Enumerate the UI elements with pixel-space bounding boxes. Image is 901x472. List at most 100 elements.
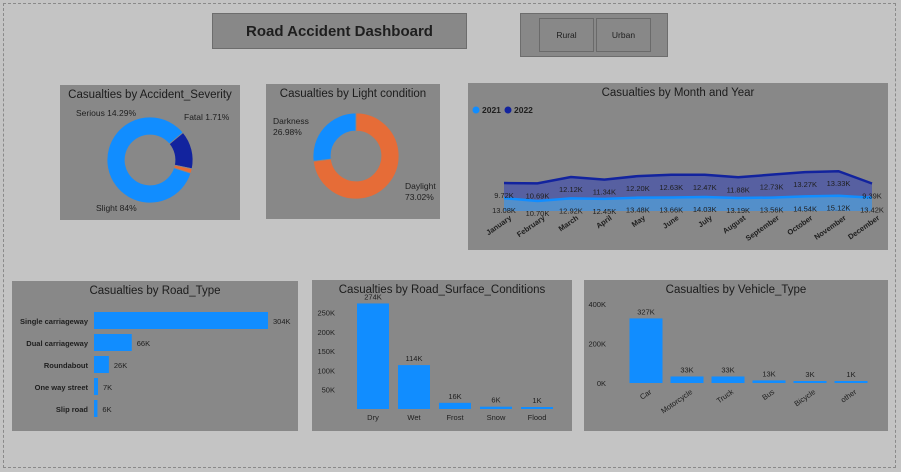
x-tick-october: October bbox=[786, 213, 815, 237]
road-type-bar-chart: Single carriageway 304K Dual carriageway 66… bbox=[20, 312, 291, 417]
y-tick-200k: 200K bbox=[317, 328, 335, 337]
road-surface-chart-panel[interactable]: Casualties by Road_Surface_Conditions 50… bbox=[312, 280, 572, 431]
y-tick-roundabout: Roundabout bbox=[44, 361, 89, 370]
light-chart-panel[interactable]: Casualties by Light condition Darkness 26… bbox=[266, 84, 440, 219]
data-label-2022-january: 9.72K bbox=[494, 191, 514, 200]
road-type-chart-panel[interactable]: Casualties by Road_Type Single carriagew… bbox=[12, 281, 298, 431]
light-donut-chart: Darkness 26.98% Daylight 73.02% bbox=[273, 112, 436, 202]
x-tick-flood: Flood bbox=[528, 413, 547, 422]
bar-dry bbox=[357, 303, 389, 409]
x-tick-wet: Wet bbox=[407, 413, 421, 422]
data-label-wet: 114K bbox=[406, 354, 423, 363]
x-tick-january: January bbox=[484, 213, 513, 237]
slice-darkness bbox=[312, 112, 357, 162]
bar-truck bbox=[711, 376, 745, 383]
data-label-2022-june: 12.63K bbox=[659, 183, 683, 192]
bar-motorcycle bbox=[670, 376, 704, 383]
y-tick-250k: 250K bbox=[317, 309, 335, 318]
data-label-truck: 33K bbox=[721, 365, 734, 374]
data-label-snow: 6K bbox=[491, 396, 500, 405]
data-label-2022-october: 13.27K bbox=[793, 180, 817, 189]
urban-filter-button[interactable]: Urban bbox=[596, 18, 651, 52]
bar-car bbox=[629, 318, 663, 383]
data-label-daylight: Daylight 73.02% bbox=[405, 181, 436, 202]
x-tick-november: November bbox=[812, 213, 847, 241]
x-tick-other: other bbox=[839, 387, 859, 404]
data-label-2022-september: 12.73K bbox=[760, 183, 784, 192]
y-tick-200k: 200K bbox=[588, 340, 606, 349]
data-label-darkness: Darkness 26.98% bbox=[273, 116, 309, 137]
y-tick-400k: 400K bbox=[588, 300, 606, 309]
data-label-slip-road: 6K bbox=[102, 405, 111, 414]
area-slicer: Rural Urban bbox=[520, 13, 668, 57]
bar-bus bbox=[752, 380, 786, 383]
bar-single-carriageway bbox=[94, 312, 268, 329]
x-tick-frost: Frost bbox=[446, 413, 464, 422]
data-label-2021-march: 12.92K bbox=[559, 206, 583, 215]
data-label-2022-november: 13.33K bbox=[827, 179, 851, 188]
bar-snow bbox=[480, 406, 512, 409]
bar-other bbox=[834, 381, 868, 383]
data-label-dry: 274K bbox=[364, 292, 382, 301]
rural-filter-button[interactable]: Rural bbox=[539, 18, 594, 52]
bar-wet bbox=[398, 365, 430, 409]
data-label-other: 1K bbox=[846, 370, 855, 379]
severity-donut-chart: Slight 84% Serious 14.29% Fatal 1.71% bbox=[76, 108, 230, 213]
vehicle-chart-panel[interactable]: Casualties by Vehicle_Type 0K 200K 400K 327… bbox=[584, 280, 888, 431]
x-tick-bus: Bus bbox=[760, 387, 776, 402]
bar-frost bbox=[439, 402, 471, 409]
data-label-motorcycle: 33K bbox=[680, 365, 693, 374]
x-tick-august: August bbox=[721, 213, 748, 235]
data-label-2022-july: 12.47K bbox=[693, 183, 717, 192]
monthly-chart-panel[interactable]: Casualties by Month and Year 2021 2022 9.7… bbox=[468, 83, 888, 250]
x-tick-truck: Truck bbox=[715, 387, 735, 405]
data-label-fatal: Fatal 1.71% bbox=[184, 112, 230, 122]
data-label-slight: Slight 84% bbox=[96, 203, 137, 213]
data-label-bus: 13K bbox=[762, 369, 775, 378]
data-label-2021-november: 15.12K bbox=[827, 204, 851, 213]
data-label-dual-carriageway: 66K bbox=[137, 339, 150, 348]
data-label-2021-may: 13.48K bbox=[626, 206, 650, 215]
data-label-single-carriageway: 304K bbox=[273, 317, 291, 326]
y-tick-slip-road: Slip road bbox=[56, 405, 89, 414]
x-tick-december: December bbox=[846, 213, 881, 241]
legend-marker-2022 bbox=[504, 106, 512, 114]
bar-bicycle bbox=[793, 381, 827, 383]
x-tick-may: May bbox=[630, 213, 648, 229]
legend-marker-2021 bbox=[472, 106, 480, 114]
x-tick-bicycle: Bicycle bbox=[793, 387, 818, 408]
y-tick-one-way-street: One way street bbox=[35, 383, 89, 392]
legend-label-2021: 2021 bbox=[482, 105, 501, 115]
bar-one-way-street bbox=[94, 378, 99, 395]
data-label-one-way-street: 7K bbox=[103, 383, 112, 392]
severity-chart-panel[interactable]: Casualties by Accident_Severity Slight 8… bbox=[60, 85, 240, 220]
monthly-area-chart: 2021 20229.72K13.08KJanuary10.69K10.70KFe… bbox=[472, 105, 884, 243]
data-label-flood: 1K bbox=[532, 396, 541, 405]
data-label-2021-january: 13.08K bbox=[492, 206, 516, 215]
data-label-2022-march: 12.12K bbox=[559, 185, 583, 194]
data-label-2021-july: 14.03K bbox=[693, 205, 717, 214]
data-label-2021-october: 14.54K bbox=[793, 204, 817, 213]
data-label-serious: Serious 14.29% bbox=[76, 108, 136, 118]
y-tick-0k: 0K bbox=[597, 379, 606, 388]
legend-label-2022: 2022 bbox=[514, 105, 533, 115]
data-label-2022-april: 11.34K bbox=[593, 188, 616, 197]
y-tick-150k: 150K bbox=[317, 347, 335, 356]
data-label-2022-august: 11.88K bbox=[727, 185, 750, 194]
x-tick-dry: Dry bbox=[367, 413, 379, 422]
y-tick-dual-carriageway: Dual carriageway bbox=[26, 339, 89, 348]
vehicle-bar-chart: 0K 200K 400K 327K Car 33K Motorcycle 33K Truck 13… bbox=[588, 300, 868, 415]
bar-roundabout bbox=[94, 356, 109, 373]
bar-slip-road bbox=[94, 400, 98, 417]
bar-dual-carriageway bbox=[94, 334, 132, 351]
x-tick-june: June bbox=[661, 213, 681, 230]
data-label-roundabout: 26K bbox=[114, 361, 127, 370]
data-label-2022-may: 12.20K bbox=[626, 184, 650, 193]
data-label-car: 327K bbox=[637, 307, 655, 316]
data-label-2021-december: 13.42K bbox=[860, 206, 884, 215]
data-label-2021-august: 13.19K bbox=[726, 206, 750, 215]
y-tick-50k: 50K bbox=[322, 386, 335, 395]
data-label-2021-april: 12.45K bbox=[592, 207, 616, 216]
data-label-2022-february: 10.69K bbox=[526, 191, 550, 200]
data-label-2021-june: 13.66K bbox=[659, 205, 683, 214]
